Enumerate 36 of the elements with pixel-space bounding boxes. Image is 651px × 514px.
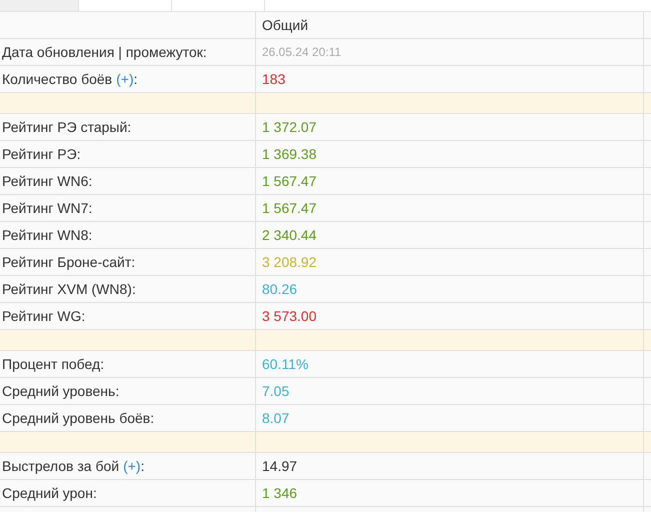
row-label: Рейтинг WN6: — [2, 173, 92, 189]
value-text: 14.97 — [262, 458, 298, 474]
value-text: 1 372.07 — [262, 119, 316, 135]
row-label: Средний урон: — [2, 485, 97, 501]
expand-link[interactable]: (+) — [123, 458, 141, 474]
row-label: Рейтинг WG: — [2, 308, 86, 324]
row-label: Рейтинг WN8: — [2, 227, 92, 243]
column-header: Общий — [256, 12, 644, 38]
row-label: Средний уровень боёв: — [2, 410, 154, 426]
value-text: 1 567.47 — [262, 173, 316, 189]
value-text: 7.05 — [262, 383, 290, 399]
value-text: 80.26 — [262, 281, 298, 297]
value-text: 1 567.47 — [262, 200, 316, 216]
row-label: Рейтинг Броне-сайт: — [2, 254, 136, 270]
value-text: 26.05.24 20:11 — [262, 45, 342, 59]
value-text: 8.07 — [262, 410, 290, 426]
value-text: 2 340.44 — [262, 227, 316, 243]
expand-link[interactable]: (+) — [116, 71, 134, 87]
row-label: Рейтинг XVM (WN8): — [2, 281, 136, 297]
value-text: 3 208.92 — [262, 254, 316, 270]
tab[interactable] — [0, 0, 79, 11]
value-text: 1 369.38 — [262, 146, 316, 162]
row-label: Рейтинг РЭ: — [2, 146, 81, 162]
value-text: 1 346 — [262, 485, 298, 501]
colon: : — [140, 458, 144, 474]
value-text: 3 573.00 — [262, 308, 316, 324]
colon: : — [134, 71, 138, 87]
row-label: Дата обновления | промежуток: — [2, 44, 207, 60]
row-label: Выстрелов за бой — [2, 458, 120, 474]
row-label: Рейтинг РЭ старый: — [2, 119, 132, 135]
row-label: Средний уровень: — [2, 383, 120, 399]
row-label: Процент побед: — [2, 356, 104, 372]
row-label: Количество боёв — [2, 71, 112, 87]
value-text: 60.11% — [262, 356, 308, 372]
row-label: Рейтинг WN7: — [2, 200, 92, 216]
value-text: 183 — [262, 71, 286, 87]
